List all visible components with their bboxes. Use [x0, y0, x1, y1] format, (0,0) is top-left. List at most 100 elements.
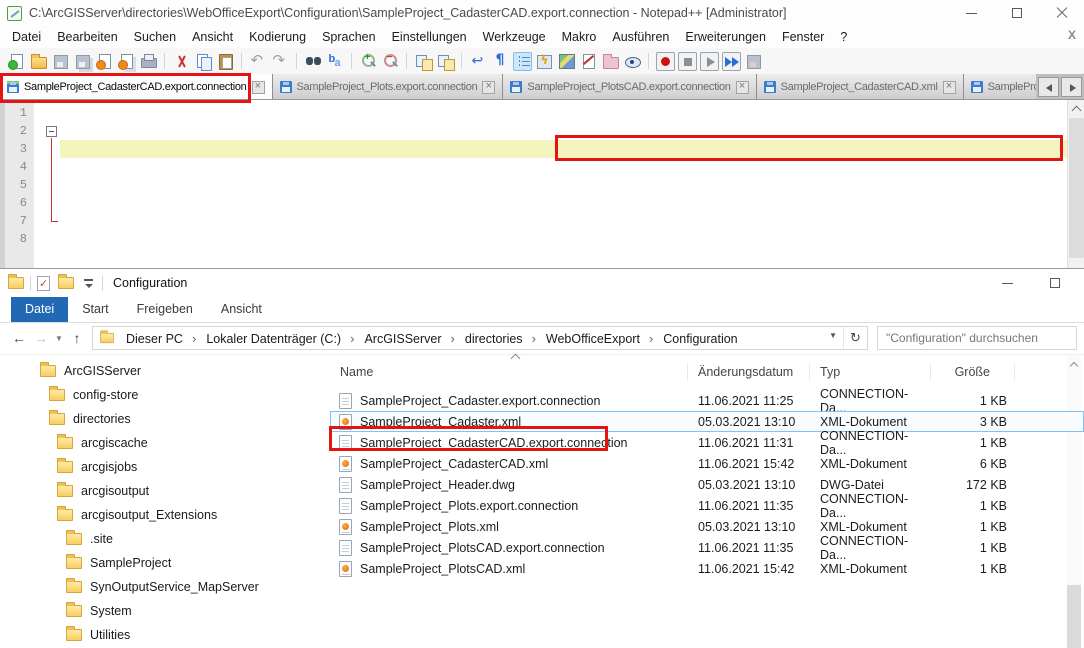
back-icon[interactable]: ← — [8, 326, 30, 350]
close-file-icon[interactable] — [95, 52, 114, 71]
document-tab[interactable]: SampleProject_PlotsCAD.export.connection — [503, 74, 756, 99]
menu-item[interactable]: Erweiterungen — [677, 28, 774, 46]
document-list-icon[interactable] — [579, 52, 598, 71]
copy-icon[interactable] — [194, 52, 213, 71]
search-input[interactable] — [878, 327, 1076, 349]
tree-item[interactable]: arcgisjobs — [0, 455, 318, 479]
tree-item[interactable]: SynOutputService_MapServer — [0, 575, 318, 599]
file-row[interactable]: SampleProject_Cadaster.export.connection… — [330, 390, 1084, 411]
ribbon-tab[interactable]: Datei — [11, 297, 68, 322]
menu-item[interactable]: Makro — [554, 28, 605, 46]
breadcrumb-item[interactable]: ArcGISServer — [359, 331, 459, 346]
breadcrumb-item[interactable]: Configuration — [658, 331, 751, 346]
column-header-type[interactable]: Typ — [810, 364, 931, 380]
scroll-tabs-right-icon[interactable] — [1061, 77, 1082, 97]
close-all-icon[interactable] — [117, 52, 136, 71]
code-editor[interactable]: 1 <?xml version="1.0" encoding="UTF-8"?>… — [0, 100, 1084, 268]
close-tab-icon[interactable] — [252, 81, 265, 94]
close-document-icon[interactable]: X — [1068, 28, 1076, 42]
ribbon-tab[interactable]: Ansicht — [207, 297, 276, 322]
breadcrumb-item[interactable]: directories — [460, 331, 541, 346]
menu-item[interactable]: Werkzeuge — [475, 28, 554, 46]
quick-access-new-folder-icon[interactable] — [58, 277, 74, 289]
show-all-characters-icon[interactable] — [491, 52, 510, 71]
word-wrap-icon[interactable] — [469, 52, 488, 71]
zoom-out-icon[interactable] — [381, 52, 400, 71]
refresh-icon[interactable]: ↻ — [843, 327, 867, 349]
function-list-icon[interactable] — [535, 52, 554, 71]
zoom-in-icon[interactable] — [359, 52, 378, 71]
address-dropdown-icon[interactable]: ▼ — [829, 331, 837, 340]
menu-item[interactable]: Kodierung — [241, 28, 314, 46]
cut-icon[interactable] — [172, 52, 191, 71]
redo-icon[interactable] — [271, 52, 290, 71]
quick-access-properties-icon[interactable] — [37, 276, 50, 291]
open-file-icon[interactable] — [29, 52, 48, 71]
menu-item[interactable]: Sprachen — [314, 28, 384, 46]
tree-item[interactable]: config-store — [0, 383, 318, 407]
scroll-tabs-left-icon[interactable] — [1038, 77, 1059, 97]
print-icon[interactable] — [139, 52, 158, 71]
close-tab-icon[interactable] — [482, 81, 495, 94]
fold-collapse-icon[interactable] — [46, 126, 57, 137]
document-tab[interactable]: SampleProject_CadasterCAD.export.connect… — [0, 74, 273, 99]
tree-item[interactable]: Utilities — [0, 623, 318, 647]
ribbon-tab[interactable]: Freigeben — [123, 297, 207, 322]
tree-item[interactable]: SampleProject — [0, 551, 318, 575]
column-header-date[interactable]: Änderungsdatum — [688, 364, 810, 380]
record-macro-icon[interactable] — [656, 52, 675, 71]
undo-icon[interactable] — [249, 52, 268, 71]
sync-vertical-scrolling-icon[interactable] — [414, 52, 433, 71]
file-monitoring-icon[interactable] — [623, 52, 642, 71]
explorer-maximize-button[interactable] — [1040, 273, 1070, 293]
menu-item[interactable]: ? — [832, 28, 855, 46]
close-tab-icon[interactable] — [736, 81, 749, 94]
new-file-icon[interactable] — [7, 52, 26, 71]
menu-item[interactable]: Suchen — [126, 28, 184, 46]
file-row[interactable]: SampleProject_CadasterCAD.export.connect… — [330, 432, 1084, 453]
up-icon[interactable]: ↑ — [66, 326, 88, 350]
menu-item[interactable]: Bearbeiten — [49, 28, 125, 46]
menu-item[interactable]: Fenster — [774, 28, 832, 46]
replace-icon[interactable] — [326, 52, 345, 71]
save-icon[interactable] — [51, 52, 70, 71]
breadcrumb-item[interactable]: WebOfficeExport — [541, 331, 658, 346]
tree-item[interactable]: System — [0, 599, 318, 623]
run-macro-multiple-times-icon[interactable] — [722, 52, 741, 71]
document-tab[interactable]: SampleProject_CadasterCAD.xml — [757, 74, 964, 99]
sync-horizontal-scrolling-icon[interactable] — [436, 52, 455, 71]
find-icon[interactable] — [304, 52, 323, 71]
minimize-button[interactable] — [949, 2, 994, 24]
document-tab[interactable]: SampleProject_Plots — [964, 74, 1036, 99]
scroll-up-icon[interactable] — [1068, 100, 1084, 117]
file-row[interactable]: SampleProject_Plots.export.connection 11… — [330, 495, 1084, 516]
menu-item[interactable]: Datei — [4, 28, 49, 46]
breadcrumb-item[interactable]: Dieser PC — [121, 331, 201, 346]
file-row[interactable]: SampleProject_PlotsCAD.xml 11.06.2021 15… — [330, 558, 1084, 579]
tree-item[interactable]: ArcGISServer — [0, 359, 318, 383]
menu-item[interactable]: Ausführen — [604, 28, 677, 46]
explorer-minimize-button[interactable] — [992, 273, 1022, 293]
column-header-size[interactable]: Größe — [931, 364, 1015, 380]
tree-item[interactable]: arcgiscache — [0, 431, 318, 455]
breadcrumb-item[interactable]: Lokaler Datenträger (C:) — [201, 331, 359, 346]
stop-recording-icon[interactable] — [678, 52, 697, 71]
tree-item[interactable]: arcgisoutput — [0, 479, 318, 503]
file-row[interactable]: SampleProject_CadasterCAD.xml 11.06.2021… — [330, 453, 1084, 474]
ribbon-tab[interactable]: Start — [68, 297, 122, 322]
maximize-button[interactable] — [994, 2, 1039, 24]
close-tab-icon[interactable] — [943, 81, 956, 94]
tree-item[interactable]: arcgisoutput_Extensions — [0, 503, 318, 527]
indent-guide-icon[interactable] — [513, 52, 532, 71]
file-row[interactable]: SampleProject_Header.dwg 05.03.2021 13:1… — [330, 474, 1084, 495]
file-row[interactable]: SampleProject_PlotsCAD.export.connection… — [330, 537, 1084, 558]
tree-item[interactable]: directories — [0, 407, 318, 431]
forward-icon[interactable]: → — [30, 326, 52, 350]
document-map-icon[interactable] — [557, 52, 576, 71]
close-button[interactable] — [1039, 2, 1084, 24]
folder-as-workspace-icon[interactable] — [601, 52, 620, 71]
file-row[interactable]: SampleProject_Cadaster.xml 05.03.2021 13… — [330, 411, 1084, 432]
document-tab[interactable]: SampleProject_Plots.export.connection — [273, 74, 504, 99]
playback-macro-icon[interactable] — [700, 52, 719, 71]
editor-scrollbar-thumb[interactable] — [1069, 118, 1084, 258]
